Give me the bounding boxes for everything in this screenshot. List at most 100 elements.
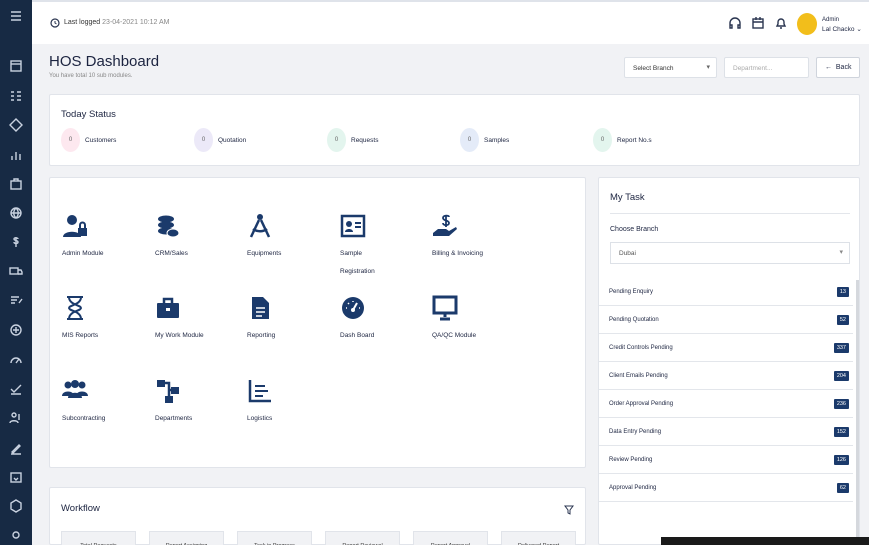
users-icon <box>62 378 88 404</box>
module-mis-reports[interactable]: MIS Reports <box>62 295 142 345</box>
modules-card: Admin Module CRM/Sales Equipments Sample Reg… <box>49 177 586 468</box>
sidebar-settings-icon[interactable] <box>8 527 24 543</box>
task-label: Review Pending <box>609 457 653 463</box>
sidebar <box>0 0 32 545</box>
module-label: MIS Reports <box>62 332 99 339</box>
task-row[interactable]: Approval Pending 62 <box>599 474 853 502</box>
avatar[interactable] <box>797 13 817 35</box>
sidebar-globe-icon[interactable] <box>8 205 24 221</box>
task-count-badge: 52 <box>836 315 849 325</box>
module-label: QA/QC Module <box>432 332 477 339</box>
stat-label: Report No.s <box>617 136 652 144</box>
sidebar-gauge-icon[interactable] <box>8 352 24 368</box>
task-row[interactable]: Pending Enquiry 13 <box>599 278 853 306</box>
today-status-title: Today Status <box>61 109 116 120</box>
module-sample[interactable]: Sample Registration <box>340 213 420 281</box>
workflow-title: Workflow <box>61 503 100 514</box>
module-label: Dash Board <box>340 332 375 339</box>
my-task-title: My Task <box>610 192 645 203</box>
stat-label: Quotation <box>218 136 247 144</box>
sidebar-folder-icon[interactable] <box>8 469 24 485</box>
back-button[interactable]: ← Back <box>816 57 860 78</box>
stat-count: 0 <box>194 128 213 152</box>
task-row[interactable]: Pending Quotation 52 <box>599 306 853 334</box>
divider <box>610 213 850 214</box>
headset-icon[interactable] <box>728 16 742 30</box>
workflow-card: Workflow Total Requests Report Assigning T… <box>49 487 586 545</box>
sidebar-home-icon[interactable] <box>8 58 24 74</box>
task-row[interactable]: Credit Controls Pending 337 <box>599 334 853 362</box>
my-task-card: My Task Choose Branch Dubai Pending Enqu… <box>598 177 860 545</box>
task-count-badge: 152 <box>833 427 849 437</box>
module-crm-sales[interactable]: CRM/Sales <box>155 213 235 263</box>
department-input[interactable]: Department... <box>724 57 809 78</box>
module-qa-qc-module[interactable]: QA/QC Module <box>432 295 512 345</box>
bell-icon[interactable] <box>774 16 788 30</box>
sidebar-pen-icon[interactable] <box>8 440 24 456</box>
user-menu[interactable]: Admin Lal Chacko ⌄ <box>822 15 862 35</box>
module-label: Sample <box>340 250 363 257</box>
task-count-badge: 13 <box>836 287 849 297</box>
stat-quotation: 0 Quotation <box>194 128 246 152</box>
sidebar-box-icon[interactable] <box>8 498 24 514</box>
module-billing-invoicing[interactable]: Billing & Invoicing <box>432 213 512 263</box>
workflow-box[interactable]: Total Requests <box>61 531 136 545</box>
module-equipments[interactable]: Equipments <box>247 213 327 263</box>
task-label: Credit Controls Pending <box>609 345 673 351</box>
module-dash-board[interactable]: Dash Board <box>340 295 420 345</box>
module-label: CRM/Sales <box>155 250 188 257</box>
task-label: Approval Pending <box>609 485 657 491</box>
calendar-icon[interactable] <box>751 16 765 30</box>
sidebar-dollar-icon[interactable] <box>8 234 24 250</box>
stat-requests: 0 Requests <box>327 128 378 152</box>
module-label: Admin Module <box>62 250 104 257</box>
module-label: My Work Module <box>155 332 204 339</box>
task-branch-select[interactable]: Dubai <box>610 242 850 264</box>
sidebar-users-icon[interactable] <box>8 410 24 426</box>
stat-label: Samples <box>484 136 510 144</box>
sidebar-truck-icon[interactable] <box>8 263 24 279</box>
workflow-box[interactable]: Report Assigning <box>149 531 224 545</box>
user-lock-icon <box>62 213 88 239</box>
sidebar-list-icon[interactable] <box>8 292 24 308</box>
branch-select[interactable]: Select Branch <box>624 57 717 78</box>
topbar: Last logged 23-04-2021 10:12 AM Admin La… <box>32 0 869 44</box>
sidebar-briefcase-icon[interactable] <box>8 176 24 192</box>
task-row[interactable]: Review Pending 126 <box>599 446 853 474</box>
sidebar-diamond-icon[interactable] <box>8 117 24 133</box>
stat-count: 0 <box>593 128 612 152</box>
module-reporting[interactable]: Reporting <box>247 295 327 345</box>
sidebar-grid-icon[interactable] <box>8 88 24 104</box>
module-admin-module[interactable]: Admin Module <box>62 213 142 263</box>
today-status-card: Today Status 0 Customers 0 Quotation 0 Reques… <box>49 94 860 166</box>
task-row[interactable]: Client Emails Pending 204 <box>599 362 853 390</box>
task-row[interactable]: Data Entry Pending 152 <box>599 418 853 446</box>
clock-icon <box>50 18 60 28</box>
sidebar-chart-icon[interactable] <box>8 147 24 163</box>
scrollbar[interactable] <box>856 280 859 545</box>
task-count-badge: 236 <box>833 399 849 409</box>
task-row[interactable]: Order Approval Pending 236 <box>599 390 853 418</box>
last-logged: Last logged 23-04-2021 10:12 AM <box>64 19 170 26</box>
sidebar-check-icon[interactable] <box>8 381 24 397</box>
module-my-work-module[interactable]: My Work Module <box>155 295 235 345</box>
workflow-box[interactable]: Report Approval <box>413 531 488 545</box>
module-logistics[interactable]: Logistics <box>247 378 327 428</box>
sitemap-icon <box>155 378 181 404</box>
task-label: Order Approval Pending <box>609 401 674 407</box>
task-label: Client Emails Pending <box>609 373 668 379</box>
task-label: Data Entry Pending <box>609 429 662 435</box>
user-role: Admin <box>822 17 840 23</box>
user-name: Lal Chacko ⌄ <box>822 26 862 33</box>
sidebar-plus-icon[interactable] <box>8 322 24 338</box>
module-departments[interactable]: Departments <box>155 378 235 428</box>
filter-icon[interactable] <box>564 505 574 515</box>
workflow-box[interactable]: Delivered Report <box>501 531 576 545</box>
workflow-box[interactable]: Task in Progress <box>237 531 312 545</box>
briefcase-icon <box>155 295 181 321</box>
workflow-box[interactable]: Report Reviewal <box>325 531 400 545</box>
task-count-badge: 62 <box>836 483 849 493</box>
stat-report-no-s: 0 Report No.s <box>593 128 652 152</box>
menu-icon[interactable] <box>8 8 24 24</box>
module-subcontracting[interactable]: Subcontracting <box>62 378 142 428</box>
